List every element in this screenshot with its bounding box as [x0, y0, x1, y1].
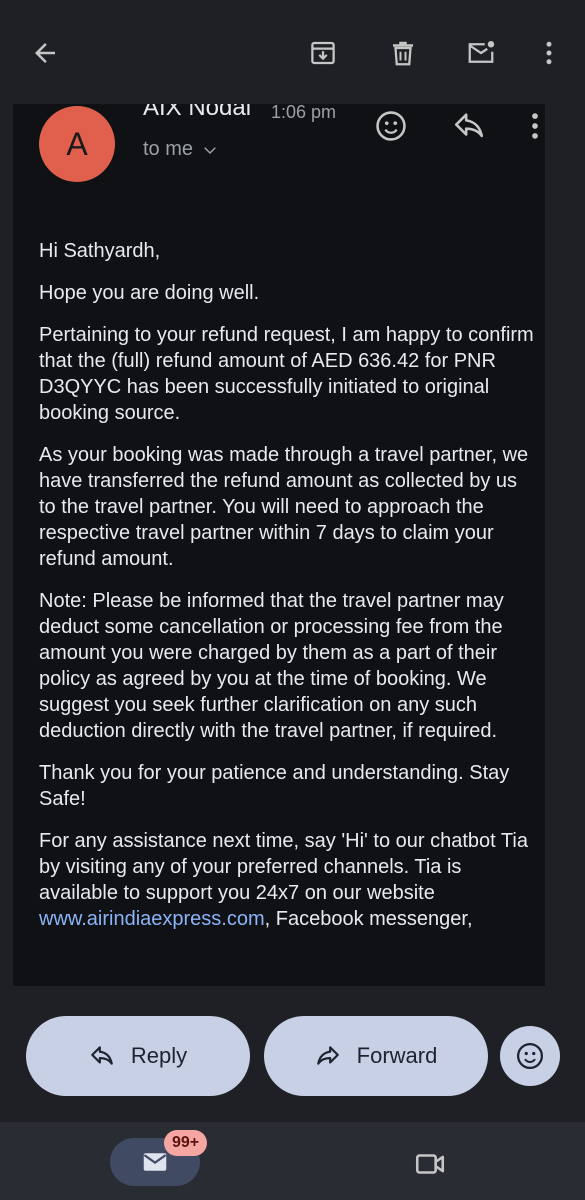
unread-count-badge: 99+: [164, 1130, 208, 1156]
chevron-down-icon: [204, 146, 216, 154]
sent-time: 1:06 pm: [271, 104, 337, 122]
top-app-bar: [0, 0, 585, 104]
avatar[interactable]: A: [39, 106, 115, 182]
forward-label: Forward: [356, 1043, 438, 1068]
message-more-icon[interactable]: [515, 106, 545, 146]
mail-icon: [143, 1153, 167, 1171]
reply-icon: [91, 1046, 113, 1065]
emoji-reaction-button[interactable]: [500, 1026, 560, 1086]
recipient-toggle[interactable]: to me: [143, 138, 219, 161]
more-vert-icon[interactable]: [526, 30, 572, 76]
emoji-react-icon[interactable]: [371, 106, 411, 146]
email-card: A AIX Nodal 1:06 pm to me Hi Sathyardh, …: [13, 104, 545, 986]
reply-button[interactable]: Reply: [26, 1016, 250, 1096]
action-bar: Reply Forward: [0, 1016, 585, 1096]
website-link[interactable]: www.airindiaexpress.com: [39, 908, 265, 930]
emoji-icon: [517, 1043, 543, 1069]
body-paragraph: Note: Please be informed that the travel…: [39, 590, 504, 742]
video-camera-icon: [415, 1154, 445, 1174]
body-paragraph: Hope you are doing well.: [39, 282, 260, 304]
back-arrow-icon[interactable]: [22, 30, 68, 76]
sender-name[interactable]: AIX Nodal: [143, 104, 251, 122]
archive-icon[interactable]: [300, 30, 346, 76]
body-paragraph: For any assistance next time, say 'Hi' t…: [39, 828, 539, 932]
body-paragraph: Pertaining to your refund request, I am …: [39, 324, 534, 424]
paragraph-text: , Facebook messenger,: [264, 908, 473, 930]
body-paragraph: Thank you for your patience and understa…: [39, 762, 510, 810]
mark-unread-icon[interactable]: [458, 30, 504, 76]
forward-icon: [316, 1046, 339, 1065]
reply-icon[interactable]: [449, 106, 489, 146]
body-paragraph: As your booking was made through a trave…: [39, 444, 529, 570]
email-body: Hi Sathyardh, Hope you are doing well. P…: [39, 238, 539, 948]
forward-button[interactable]: Forward: [264, 1016, 488, 1096]
recipient-label: to me: [143, 138, 194, 160]
reply-label: Reply: [130, 1043, 188, 1068]
paragraph-text: For any assistance next time, say 'Hi' t…: [39, 830, 528, 904]
meet-tab[interactable]: [410, 1144, 450, 1184]
delete-icon[interactable]: [380, 30, 426, 76]
body-paragraph: Hi Sathyardh,: [39, 240, 161, 262]
bottom-navigation: 99+: [0, 1122, 585, 1200]
